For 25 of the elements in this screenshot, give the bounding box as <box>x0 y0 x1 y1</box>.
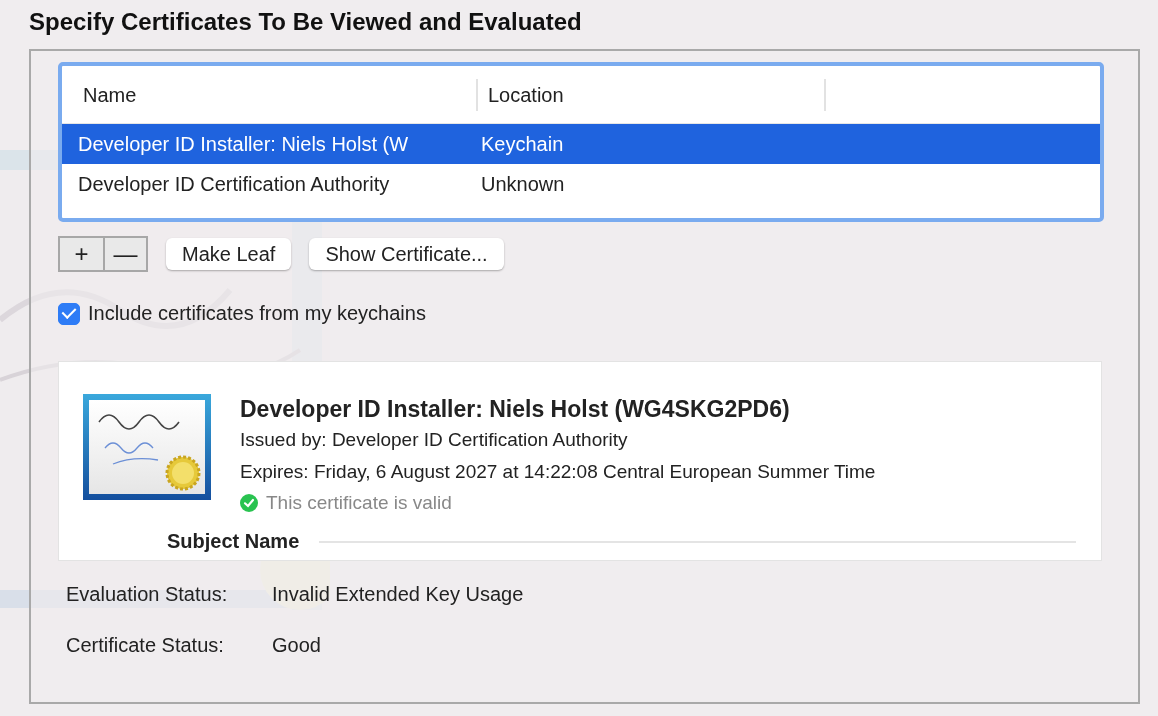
status-label: Evaluation Status: <box>66 583 229 606</box>
column-header[interactable]: Name <box>62 78 478 111</box>
table-cell-text: Unknown <box>480 172 565 196</box>
status-value: Good <box>272 634 322 657</box>
checkbox-label[interactable]: Include certificates from my keychains <box>88 302 426 325</box>
make-leaf-button[interactable]: Make Leaf <box>166 238 292 270</box>
table-cell-text: Keychain <box>480 132 564 156</box>
certificate-icon <box>83 394 211 500</box>
validity-text: This certificate is valid <box>266 492 452 514</box>
status-value: Invalid Extended Key Usage <box>272 583 524 606</box>
remove-button[interactable]: — <box>103 238 146 270</box>
certificate-title: Developer ID Installer: Niels Holst (WG4SKG2PD6) <box>240 395 791 424</box>
table-row[interactable]: Developer ID Certification Authority Unknown <box>62 164 1100 204</box>
window-title: Specify Certificates To Be Viewed and Evaluated <box>28 7 583 37</box>
column-header[interactable]: Location <box>478 78 826 111</box>
expiry-text: Expires: Friday, 6 August 2027 at 14:22:08 Central European Summer Time <box>240 460 876 484</box>
status-label: Certificate Status: <box>66 634 225 657</box>
add-button[interactable]: + <box>60 238 103 270</box>
table-cell-text: Developer ID Certification Authority <box>77 172 391 196</box>
issuer-text: Issued by: Developer ID Certification Authority <box>240 428 629 452</box>
show-certificate-button[interactable]: Show Certificate... <box>309 238 504 270</box>
checkbox[interactable] <box>58 302 80 325</box>
section-heading: Subject Name <box>167 530 300 553</box>
table-row[interactable]: Developer ID Installer: Niels Holst (W Keychain <box>62 124 1100 164</box>
table-cell-text: Developer ID Installer: Niels Holst (W <box>77 132 410 156</box>
